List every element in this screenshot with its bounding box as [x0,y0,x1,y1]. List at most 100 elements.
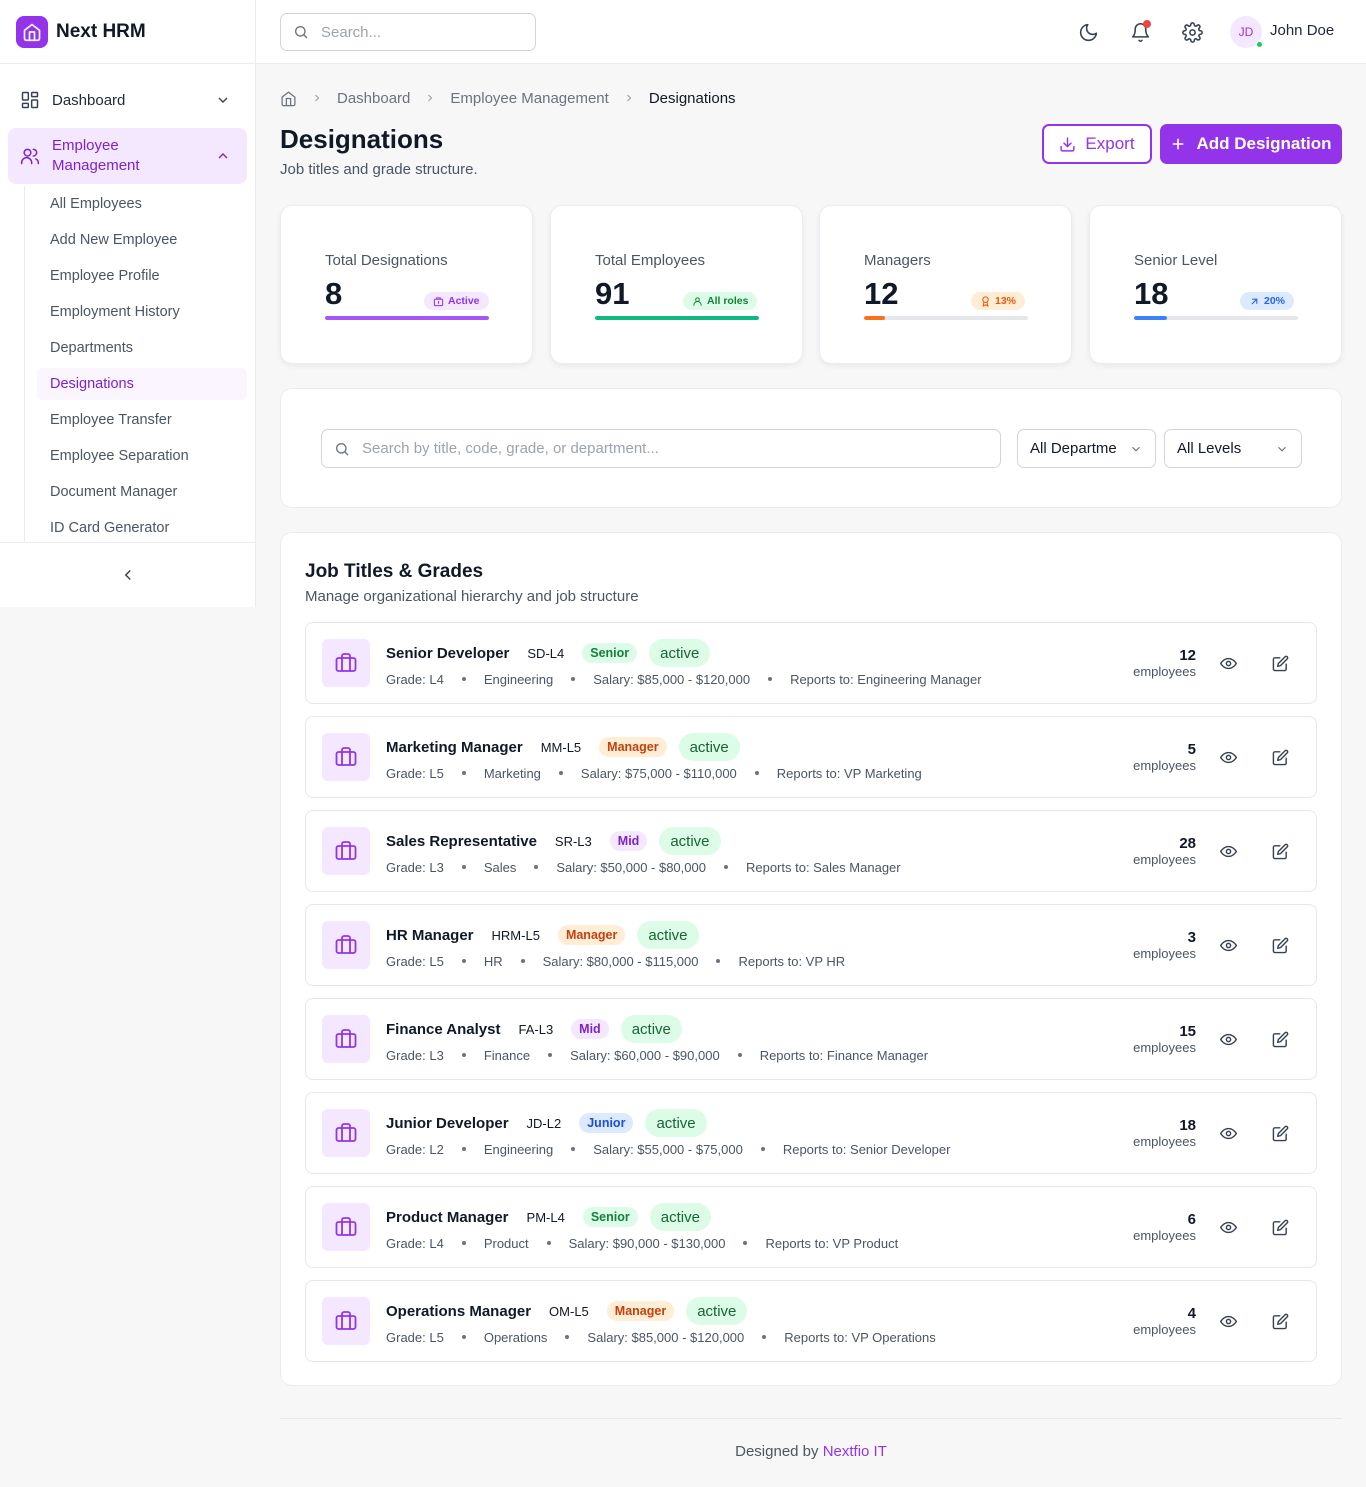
eye-icon[interactable] [1216,1309,1240,1333]
level-badge: Senior [582,643,638,663]
edit-icon[interactable] [1268,1027,1292,1051]
employee-count-value: 4 [1187,1305,1196,1322]
progress-fill [595,316,759,320]
sidebar-item-departments[interactable]: Departments [37,332,247,364]
status-badge: Active [424,292,489,310]
employee-count-value: 6 [1187,1211,1196,1228]
sidebar-item-all-employees[interactable]: All Employees [37,188,247,220]
employee-count-label: employees [1133,1228,1196,1243]
list-item[interactable]: HR Manager HRM-L5 Manager active Grade: L5 HR… [305,904,1317,986]
online-status-dot [1256,41,1263,48]
designation-search[interactable] [321,429,1001,468]
sidebar-item-add-new-employee[interactable]: Add New Employee [37,224,247,256]
stat-value: 12 [864,276,899,311]
employee-count-value: 12 [1179,647,1196,664]
edit-icon[interactable] [1268,651,1292,675]
progress-fill [1134,316,1167,320]
job-code: SD-L4 [527,645,565,661]
level-badge: Senior [582,1207,638,1227]
job-title: Operations Manager [386,1302,532,1320]
search-input[interactable] [321,23,511,41]
eye-icon[interactable] [1216,1121,1240,1145]
export-button[interactable]: Export [1042,124,1152,164]
employee-count-value: 5 [1187,741,1196,758]
separator-dot [546,1241,551,1245]
department-select[interactable]: All Departme [1017,429,1156,468]
stat-value: 91 [595,276,630,311]
breadcrumb-link[interactable]: Dashboard [337,90,410,107]
sidebar-item-employee-transfer[interactable]: Employee Transfer [37,404,247,436]
brand[interactable]: Next HRM [0,0,255,64]
briefcase-icon [322,1297,370,1345]
sidebar-item-employee-separation[interactable]: Employee Separation [37,440,247,472]
separator-dot [548,1053,553,1057]
badge-text: Active [448,295,480,307]
eye-icon[interactable] [1216,651,1240,675]
briefcase-icon [322,827,370,875]
job-details: Grade: L5 Operations Salary: $85,000 - $12… [386,1328,936,1346]
list-item[interactable]: Junior Developer JD-L2 Junior active Grade: … [305,1092,1317,1174]
employee-count: 4 employees [1133,1305,1196,1338]
progress-fill [325,316,489,320]
sidebar-item-designations[interactable]: Designations [37,368,247,400]
breadcrumb-current: Designations [648,89,736,107]
job-salary: Salary: $50,000 - $80,000 [556,859,706,875]
footer: Designed by Nextfio IT [128,1443,1366,1460]
separator-dot [461,959,466,963]
badge-text: All roles [707,295,749,307]
filter-panel: All Departme All Levels [280,388,1342,508]
job-reports-to: Reports to: VP Operations [784,1329,936,1345]
footer-divider [280,1418,1342,1419]
search-input[interactable] [362,440,982,457]
sidebar-item-employee-management[interactable]: Employee Management [8,128,247,184]
breadcrumb-link[interactable]: Employee Management [450,90,608,107]
eye-icon[interactable] [1216,933,1240,957]
list-item[interactable]: Finance Analyst FA-L3 Mid active Grade: L3 Fi… [305,998,1317,1080]
collapse-sidebar-button[interactable] [0,542,256,607]
user-name[interactable]: John Doe [1270,22,1334,39]
add-designation-button[interactable]: Add Designation [1160,124,1342,164]
edit-icon[interactable] [1268,933,1292,957]
status-badge: active [637,921,699,949]
sidebar-item-dashboard[interactable]: Dashboard [8,80,247,120]
sidebar-item-employment-history[interactable]: Employment History [37,296,247,328]
edit-icon[interactable] [1268,745,1292,769]
progress-bar [864,316,1028,320]
level-badge: Mid [609,831,648,851]
eye-icon[interactable] [1216,839,1240,863]
separator-dot [461,677,466,681]
level-select[interactable]: All Levels [1164,429,1302,468]
home-icon[interactable] [280,90,297,107]
moon-icon[interactable] [1076,20,1100,44]
list-item[interactable]: Sales Representative SR-L3 Mid active Grade:… [305,810,1317,892]
job-details: Grade: L5 HR Salary: $80,000 - $115,000 Rep… [386,952,845,970]
level-select-value: All Levels [1177,440,1242,457]
employee-count: 12 employees [1133,647,1196,680]
edit-icon[interactable] [1268,1121,1292,1145]
list-item[interactable]: Marketing Manager MM-L5 Manager active Grade… [305,716,1317,798]
sidebar-item-employee-profile[interactable]: Employee Profile [37,260,247,292]
edit-icon[interactable] [1268,839,1292,863]
sidebar-item-id-card-generator[interactable]: ID Card Generator [37,512,247,544]
employee-count-label: employees [1133,852,1196,867]
eye-icon[interactable] [1216,745,1240,769]
separator-dot [571,1147,576,1151]
avatar[interactable]: JD [1230,16,1263,48]
eye-icon[interactable] [1216,1027,1240,1051]
user-icon [692,296,703,307]
list-item[interactable]: Operations Manager OM-L5 Manager active Grad… [305,1280,1317,1362]
chevron-right-icon [623,92,635,104]
global-search[interactable] [280,13,536,51]
edit-icon[interactable] [1268,1309,1292,1333]
job-department: HR [483,953,503,969]
sidebar-item-document-manager[interactable]: Document Manager [37,476,247,508]
footer-brand-link[interactable]: Nextfio IT [823,1443,887,1460]
list-item[interactable]: Product Manager PM-L4 Senior active Grade: L… [305,1186,1317,1268]
list-item[interactable]: Senior Developer SD-L4 Senior active Grade: … [305,622,1317,704]
bell-icon[interactable] [1128,20,1152,44]
chevron-right-icon [311,92,323,104]
gear-icon[interactable] [1180,20,1204,44]
edit-icon[interactable] [1268,1215,1292,1239]
eye-icon[interactable] [1216,1215,1240,1239]
employee-count-value: 28 [1179,835,1196,852]
